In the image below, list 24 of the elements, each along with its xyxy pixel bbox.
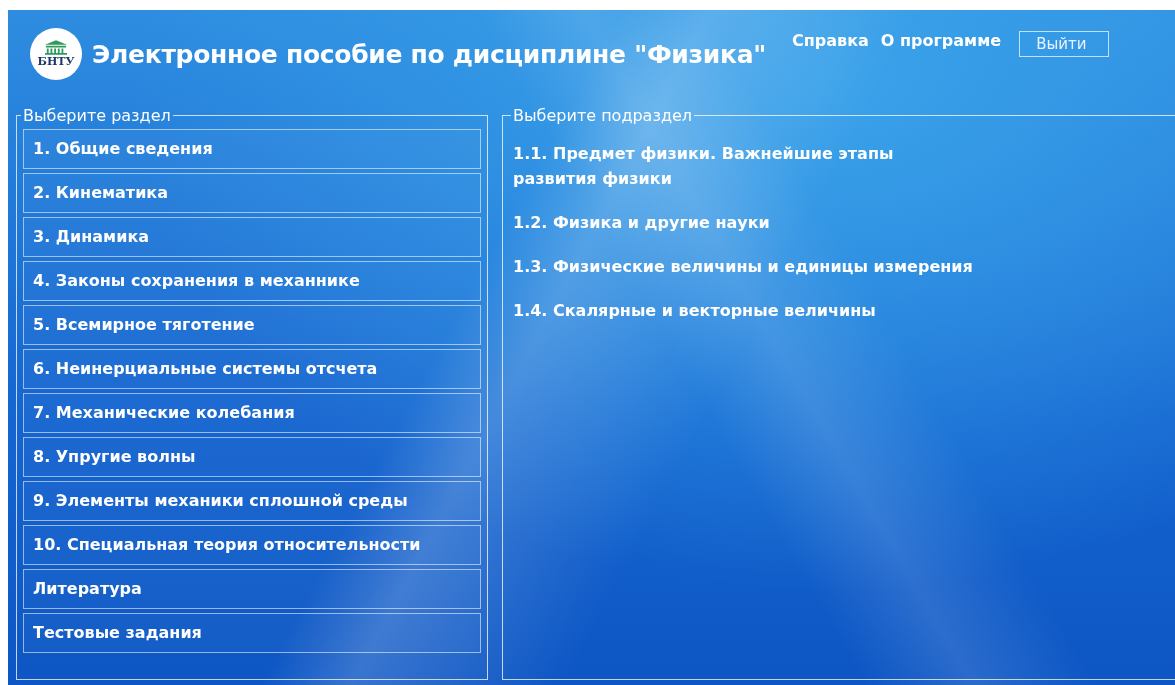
menu-link[interactable]: О программе (880, 31, 1002, 50)
app-title: Электронное пособие по дисциплине "Физика" (92, 40, 766, 69)
section-button[interactable]: 2. Кинематика (23, 173, 481, 213)
section-button[interactable]: 1. Общие сведения (23, 129, 481, 169)
subsection-link[interactable]: 1.3. Физические величины и единицы измерения (513, 254, 973, 279)
subsection-link[interactable]: 1.4. Скалярные и векторные величины (513, 298, 973, 323)
panel-legend: Выберите раздел (21, 106, 173, 125)
section-button[interactable]: 8. Упругие волны (23, 437, 481, 477)
section-button[interactable]: 3. Динамика (23, 217, 481, 257)
section-button[interactable]: 5. Всемирное тяготение (23, 305, 481, 345)
menu-link[interactable]: Справка (792, 31, 869, 50)
section-button[interactable]: 10. Специальная теория относительности (23, 525, 481, 565)
section-button[interactable]: Тестовые задания (23, 613, 481, 653)
logo-text: БНТУ (37, 55, 75, 68)
subsection-link[interactable]: 1.1. Предмет физики. Важнейшие этапы развития физики (513, 141, 973, 191)
exit-button[interactable]: Выйти (1019, 31, 1110, 57)
building-icon (45, 40, 67, 55)
subsection-link[interactable]: 1.2. Физика и другие науки (513, 210, 973, 235)
section-button[interactable]: 6. Неинерциальные системы отсчета (23, 349, 481, 389)
section-button[interactable]: 7. Механические колебания (23, 393, 481, 433)
section-button[interactable]: 4. Законы сохранения в механнике (23, 261, 481, 301)
panel-legend: Выберите подраздел (511, 106, 695, 125)
section-button[interactable]: Литература (23, 569, 481, 609)
section-button[interactable]: 9. Элементы механики сплошной среды (23, 481, 481, 521)
